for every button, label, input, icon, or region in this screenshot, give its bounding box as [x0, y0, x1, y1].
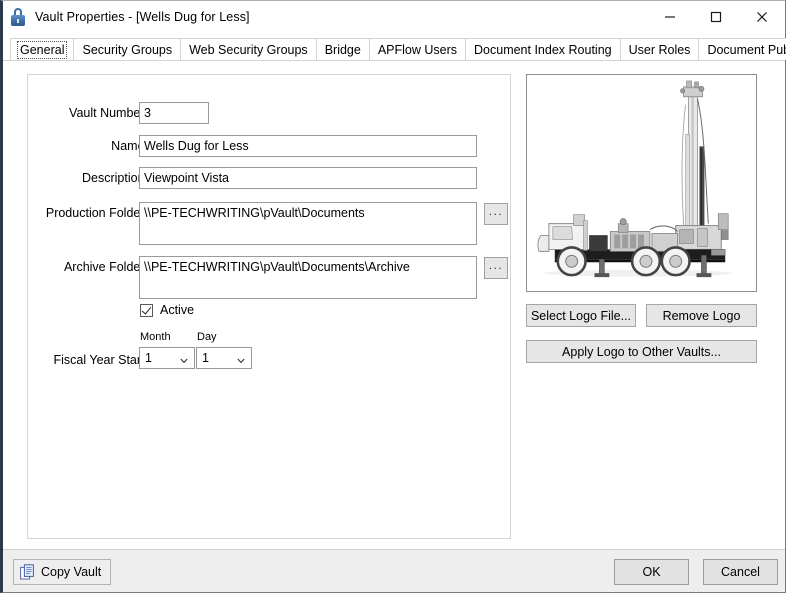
copy-documents-icon	[20, 564, 35, 580]
tab-label: Document Index Routing	[474, 42, 612, 57]
window-controls	[647, 1, 785, 32]
production-folder-input[interactable]: \\PE-TECHWRITING\pVault\Documents	[139, 202, 477, 245]
tab-document-publishing[interactable]: Document Publishing	[698, 38, 786, 60]
vault-number-label: Vault Number:	[69, 106, 148, 120]
tab-label: User Roles	[628, 42, 691, 57]
tab-label: General	[16, 40, 68, 59]
production-folder-label: Production Folder:	[45, 206, 148, 220]
chevron-down-icon	[237, 354, 245, 364]
tab-web-security-groups[interactable]: Web Security Groups	[180, 38, 317, 60]
tab-label: Document Publishing	[707, 42, 786, 57]
window-title: Vault Properties - [Wells Dug for Less]	[35, 9, 250, 24]
fiscal-day-select[interactable]: 1	[196, 347, 252, 369]
ok-button[interactable]: OK	[614, 559, 689, 585]
drilling-rig-truck-image	[527, 75, 756, 291]
active-checkbox-row[interactable]: Active	[140, 303, 194, 317]
maximize-button[interactable]	[693, 1, 739, 32]
fiscal-month-select[interactable]: 1	[139, 347, 195, 369]
vault-properties-window: Vault Properties - [Wells Dug for Less] …	[0, 0, 786, 593]
tab-security-groups[interactable]: Security Groups	[73, 38, 182, 60]
close-button[interactable]	[739, 1, 785, 32]
lock-icon	[10, 7, 26, 26]
logo-preview	[526, 74, 757, 292]
name-input[interactable]: Wells Dug for Less	[139, 135, 477, 157]
title-bar: Vault Properties - [Wells Dug for Less]	[3, 1, 785, 32]
production-folder-browse-button[interactable]: ...	[484, 203, 508, 225]
dialog-footer: Copy Vault OK Cancel	[3, 549, 785, 592]
select-logo-file-button[interactable]: Select Logo File...	[526, 304, 636, 327]
tab-document-index-routing[interactable]: Document Index Routing	[465, 38, 621, 60]
fiscal-day-value: 1	[202, 351, 209, 365]
tab-label: Bridge	[324, 42, 361, 57]
tab-bridge[interactable]: Bridge	[315, 38, 370, 60]
fiscal-year-start-label: Fiscal Year Start:	[53, 353, 149, 367]
month-label: Month	[140, 331, 171, 343]
apply-logo-to-other-vaults-button[interactable]: Apply Logo to Other Vaults...	[526, 340, 757, 363]
tab-label: APFlow Users	[377, 42, 458, 57]
day-label: Day	[197, 331, 217, 343]
tab-label: Web Security Groups	[189, 42, 308, 57]
tab-general[interactable]: General	[10, 38, 75, 60]
chevron-down-icon	[180, 354, 188, 364]
tab-apflow-users[interactable]: APFlow Users	[368, 38, 467, 60]
tab-strip: General Security Groups Web Security Gro…	[3, 32, 786, 61]
name-label: Name:	[111, 139, 148, 153]
vault-settings-group: Vault Number: 3 Name: Wells Dug for Less…	[27, 74, 511, 539]
archive-folder-input[interactable]: \\PE-TECHWRITING\pVault\Documents\Archiv…	[139, 256, 477, 299]
description-input[interactable]: Viewpoint Vista	[139, 167, 477, 189]
remove-logo-button[interactable]: Remove Logo	[646, 304, 757, 327]
active-label: Active	[160, 303, 195, 317]
copy-vault-button[interactable]: Copy Vault	[13, 559, 112, 585]
minimize-button[interactable]	[647, 1, 693, 32]
copy-vault-label: Copy Vault	[41, 565, 102, 579]
fiscal-month-value: 1	[145, 351, 152, 365]
tab-label: Security Groups	[82, 42, 173, 57]
vault-number-input[interactable]: 3	[139, 102, 209, 124]
tab-user-roles[interactable]: User Roles	[619, 38, 700, 60]
cancel-button[interactable]: Cancel	[703, 559, 778, 585]
active-checkbox[interactable]	[140, 303, 153, 317]
archive-folder-browse-button[interactable]: ...	[484, 257, 508, 279]
general-tab-panel: Vault Number: 3 Name: Wells Dug for Less…	[3, 61, 785, 549]
archive-folder-label: Archive Folder:	[63, 260, 148, 274]
description-label: Description:	[82, 171, 148, 185]
